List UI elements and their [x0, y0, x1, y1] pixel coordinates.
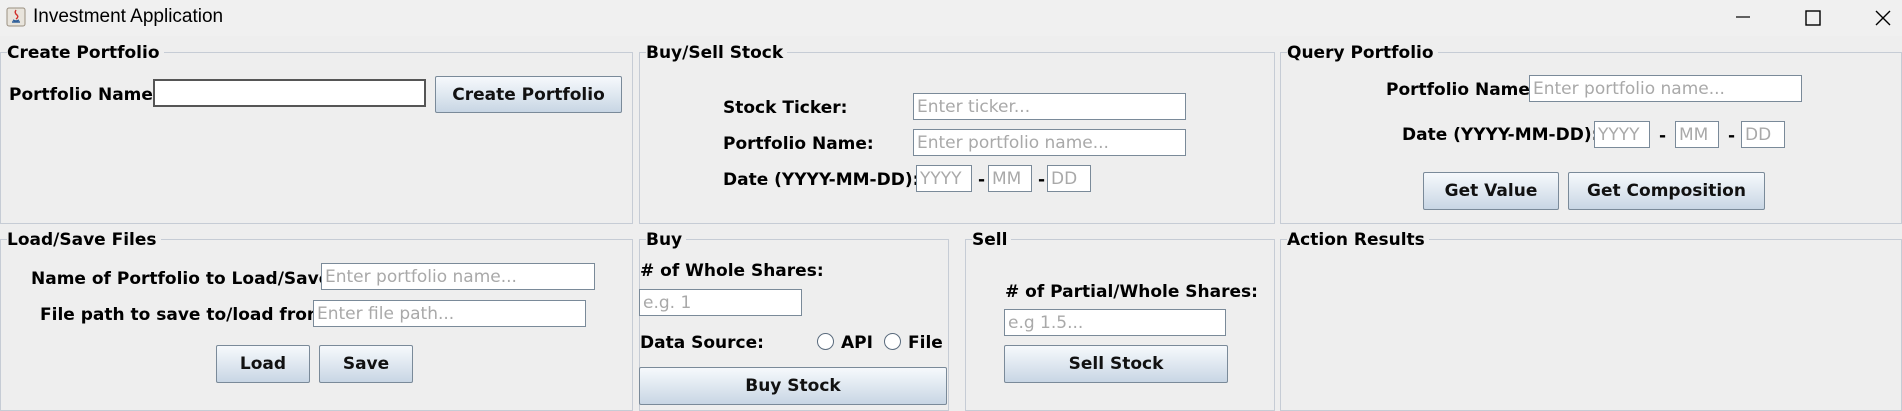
query-year-input[interactable]	[1594, 121, 1650, 148]
load-save-title: Load/Save Files	[7, 230, 161, 250]
buy-title: Buy	[646, 230, 687, 250]
close-button[interactable]	[1853, 0, 1902, 36]
query-date-label: Date (YYYY-MM-DD):	[1402, 125, 1599, 145]
minimize-button[interactable]	[1713, 0, 1773, 36]
date-separator: -	[1038, 170, 1046, 190]
sell-title: Sell	[972, 230, 1012, 250]
buysell-date-label: Date (YYYY-MM-DD):	[723, 170, 920, 190]
load-button[interactable]: Load	[216, 345, 310, 383]
create-portfolio-name-input[interactable]	[153, 79, 426, 107]
buy-stock-button[interactable]: Buy Stock	[639, 367, 947, 405]
stock-ticker-label: Stock Ticker:	[723, 98, 848, 118]
action-results-title: Action Results	[1287, 230, 1429, 250]
file-radio-label: File	[908, 333, 943, 353]
date-separator: -	[1728, 126, 1736, 146]
partial-shares-input[interactable]	[1004, 309, 1226, 336]
query-portfolio-title: Query Portfolio	[1287, 43, 1438, 63]
date-separator: -	[1659, 126, 1667, 146]
get-value-button[interactable]: Get Value	[1423, 172, 1559, 210]
buysell-portfolio-label: Portfolio Name:	[723, 134, 874, 154]
create-portfolio-title: Create Portfolio	[7, 43, 164, 63]
api-radio[interactable]	[817, 333, 834, 350]
date-separator: -	[978, 170, 986, 190]
load-save-name-label: Name of Portfolio to Load/Save:	[31, 269, 338, 289]
query-day-input[interactable]	[1741, 121, 1785, 148]
sell-stock-button[interactable]: Sell Stock	[1004, 345, 1228, 383]
load-save-name-input[interactable]	[321, 263, 595, 290]
buysell-portfolio-input[interactable]	[913, 129, 1186, 156]
action-results-panel	[1280, 239, 1902, 411]
get-composition-button[interactable]: Get Composition	[1568, 172, 1765, 210]
close-icon	[1875, 10, 1891, 26]
minimize-icon	[1736, 16, 1750, 18]
data-source-label: Data Source:	[640, 333, 764, 353]
maximize-icon	[1805, 10, 1821, 26]
buysell-year-input[interactable]	[916, 165, 972, 192]
partial-shares-label: # of Partial/Whole Shares:	[1005, 282, 1258, 302]
file-path-label: File path to save to/load from:	[40, 305, 332, 325]
file-path-input[interactable]	[313, 300, 586, 327]
file-radio[interactable]	[884, 333, 901, 350]
query-month-input[interactable]	[1675, 121, 1719, 148]
whole-shares-input[interactable]	[639, 289, 802, 316]
window-title: Investment Application	[33, 6, 224, 27]
title-bar: Investment Application	[0, 0, 1902, 36]
save-button[interactable]: Save	[319, 345, 413, 383]
maximize-button[interactable]	[1783, 0, 1843, 36]
create-portfolio-button[interactable]: Create Portfolio	[435, 76, 622, 113]
buysell-day-input[interactable]	[1047, 165, 1091, 192]
buysell-month-input[interactable]	[988, 165, 1032, 192]
whole-shares-label: # of Whole Shares:	[640, 261, 824, 281]
stock-ticker-input[interactable]	[913, 93, 1186, 120]
buy-sell-title: Buy/Sell Stock	[646, 43, 788, 63]
query-portfolio-label: Portfolio Name:	[1386, 80, 1537, 100]
portfolio-name-label: Portfolio Name:	[9, 85, 160, 105]
api-radio-label: API	[841, 333, 873, 353]
query-portfolio-input[interactable]	[1529, 75, 1802, 102]
java-app-icon	[6, 7, 26, 27]
